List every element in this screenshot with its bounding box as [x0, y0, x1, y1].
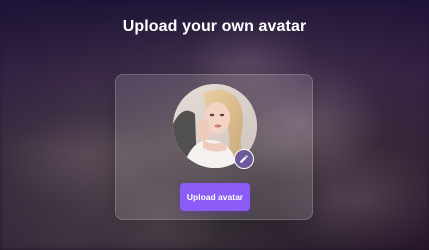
avatar-upload-card: Upload avatar	[115, 74, 313, 220]
pencil-icon	[240, 155, 248, 163]
edit-avatar-button[interactable]	[234, 149, 254, 169]
page: Upload your own avatar Upload avatar	[0, 0, 429, 250]
page-title: Upload your own avatar	[122, 18, 307, 35]
upload-avatar-button[interactable]: Upload avatar	[180, 183, 250, 211]
